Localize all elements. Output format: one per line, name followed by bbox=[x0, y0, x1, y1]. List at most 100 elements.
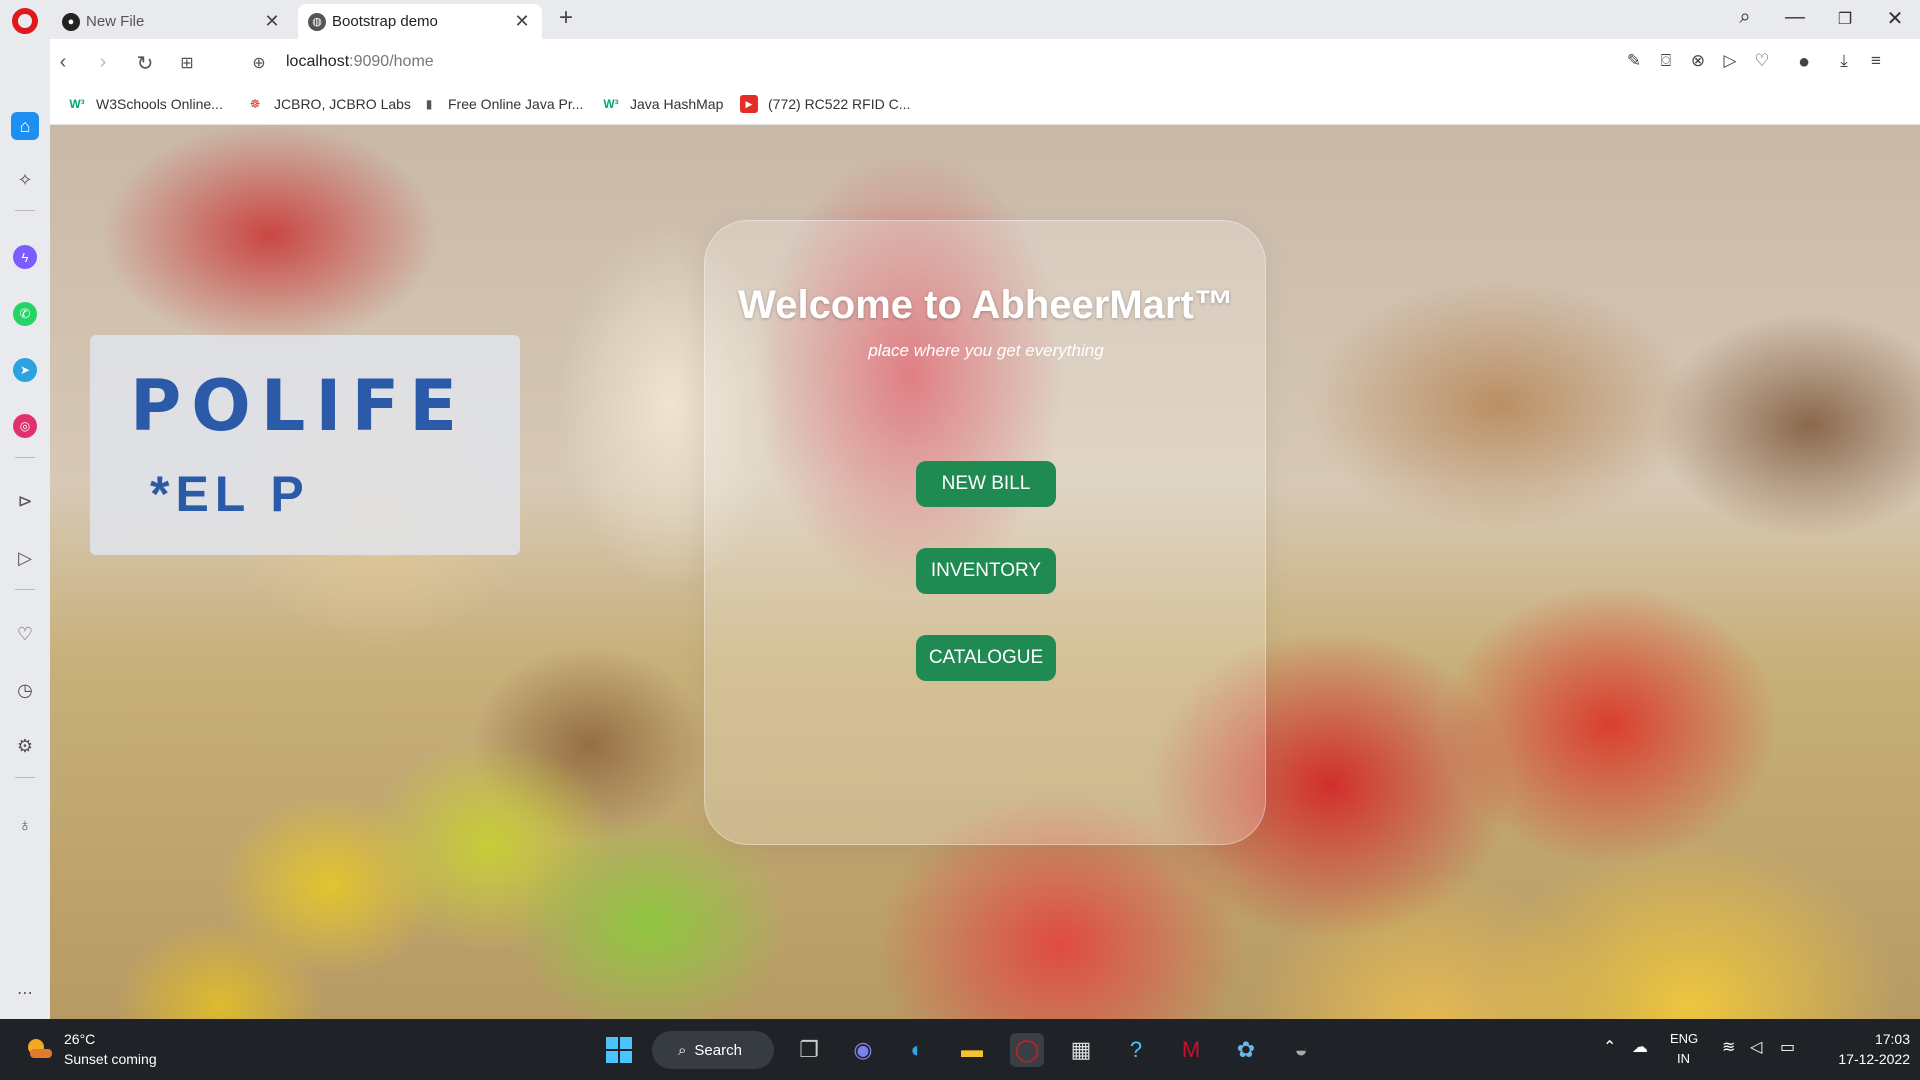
opera-logo-icon[interactable] bbox=[12, 8, 38, 34]
tab-grid-icon[interactable]: ⊞ bbox=[174, 53, 200, 73]
search-label: Search bbox=[694, 1041, 742, 1059]
restore-icon[interactable]: ❐ bbox=[1830, 9, 1860, 29]
telegram-icon[interactable]: ➤ bbox=[13, 358, 37, 382]
settings-icon[interactable]: ⚙ bbox=[13, 734, 37, 758]
instagram-icon[interactable]: ◎ bbox=[13, 414, 37, 438]
edit-icon[interactable]: ✎ bbox=[1622, 51, 1646, 71]
sidebar-divider bbox=[15, 457, 35, 458]
file-explorer-icon[interactable]: ▬ bbox=[955, 1033, 989, 1067]
history-icon[interactable]: ◷ bbox=[13, 678, 37, 702]
catalogue-button[interactable]: CATALOGUE bbox=[916, 635, 1056, 681]
task-view-icon[interactable]: ❐ bbox=[792, 1033, 826, 1067]
bookmark-label: Free Online Java Pr... bbox=[448, 96, 584, 112]
jcbro-icon: ☸ bbox=[249, 97, 261, 111]
bookmark-label: W3Schools Online... bbox=[96, 96, 223, 112]
heart-icon[interactable]: ♡ bbox=[1750, 51, 1774, 71]
edge-icon[interactable]: ◐ bbox=[900, 1033, 934, 1067]
help-icon[interactable]: ? bbox=[1119, 1033, 1153, 1067]
store-icon[interactable]: ▦ bbox=[1064, 1033, 1098, 1067]
taskbar-search[interactable]: ⌕ Search bbox=[652, 1031, 774, 1069]
block-icon[interactable]: ⊗ bbox=[1686, 51, 1710, 71]
bookmark-java-practice[interactable]: ▮ Free Online Java Pr... bbox=[420, 95, 584, 113]
tray-overflow-icon[interactable]: ⌃ bbox=[1603, 1037, 1616, 1057]
sidebar-divider bbox=[15, 210, 35, 211]
bookmark-rc522-video[interactable]: ▶ (772) RC522 RFID C... bbox=[740, 95, 910, 113]
mcafee-icon[interactable]: M bbox=[1174, 1033, 1208, 1067]
site-info-icon[interactable]: ⊕ bbox=[246, 53, 272, 73]
send-icon[interactable]: ▷ bbox=[1718, 51, 1742, 71]
teams-chat-icon[interactable]: ◉ bbox=[846, 1033, 880, 1067]
bookmark-java-hashmap[interactable]: W³ Java HashMap bbox=[602, 95, 723, 113]
volume-icon[interactable]: ◁ bbox=[1750, 1037, 1762, 1057]
url-path: :9090/home bbox=[349, 53, 434, 70]
region-indicator[interactable]: IN bbox=[1677, 1051, 1690, 1066]
windows-start-icon[interactable] bbox=[602, 1033, 636, 1067]
url-host: localhost bbox=[286, 53, 350, 70]
new-tab-button[interactable]: + bbox=[552, 4, 580, 32]
windows-taskbar: 26°C Sunset coming ⌕ Search ❐ ◉ ◐ ▬ ◯ ▦ … bbox=[0, 1019, 1920, 1080]
welcome-card: Welcome to AbheerMart™ place where you g… bbox=[704, 220, 1266, 845]
bookmark-label: Java HashMap bbox=[630, 96, 724, 112]
battery-icon[interactable]: ▭ bbox=[1780, 1037, 1795, 1057]
search-tabs-icon[interactable]: ⌕ bbox=[1730, 6, 1760, 29]
background-store-sign: POLIFE *EL P bbox=[90, 335, 520, 555]
inventory-button[interactable]: INVENTORY bbox=[916, 548, 1056, 594]
tab-bootstrap-demo[interactable]: ◍ Bootstrap demo ✕ bbox=[298, 4, 542, 39]
minimize-icon[interactable]: — bbox=[1780, 6, 1810, 29]
close-icon[interactable]: ✕ bbox=[262, 11, 282, 32]
whatsapp-icon[interactable]: ✆ bbox=[13, 302, 37, 326]
globe-icon: ◍ bbox=[308, 12, 326, 31]
sidebar-divider bbox=[15, 589, 35, 590]
youtube-icon: ▶ bbox=[740, 95, 758, 113]
weather-description: Sunset coming bbox=[64, 1051, 157, 1067]
settings-sliders-icon[interactable]: ≡ bbox=[1864, 51, 1888, 71]
onedrive-icon[interactable]: ☁ bbox=[1632, 1037, 1648, 1057]
wifi-icon[interactable]: ≋ bbox=[1722, 1037, 1735, 1057]
close-icon[interactable]: ✕ bbox=[512, 11, 532, 32]
bookmark-label: (772) RC522 RFID C... bbox=[768, 96, 911, 112]
clock-date[interactable]: 17-12-2022 bbox=[1820, 1051, 1910, 1067]
bookmark-w3schools[interactable]: W³ W3Schools Online... bbox=[68, 95, 223, 113]
page-tagline: place where you get everything bbox=[868, 341, 1104, 360]
home-icon[interactable]: ⌂ bbox=[11, 112, 39, 140]
paint-icon[interactable]: ✿ bbox=[1229, 1033, 1263, 1067]
sign-text-1: POLIFE bbox=[130, 365, 468, 447]
ai-star-icon[interactable]: ✧ bbox=[13, 168, 37, 192]
camera-icon[interactable]: ⌼ bbox=[1654, 51, 1678, 71]
back-icon[interactable]: ‹ bbox=[50, 51, 76, 74]
profile-icon[interactable]: ● bbox=[1792, 51, 1816, 74]
search-icon: ⌕ bbox=[678, 1041, 687, 1059]
page-icon: ▮ bbox=[425, 97, 433, 111]
new-bill-button[interactable]: NEW BILL bbox=[916, 461, 1056, 507]
reload-icon[interactable]: ↻ bbox=[132, 51, 158, 76]
opera-sidebar: ⌂ ✧ ϟ ✆ ➤ ◎ ⊳ ▷ ♡ ◷ ⚙ ♁ ⋯ bbox=[0, 39, 50, 1019]
weather-icon[interactable] bbox=[24, 1035, 54, 1061]
browser-tab-strip: ● New File ✕ ◍ Bootstrap demo ✕ + ⌕ — ❐ … bbox=[0, 0, 1920, 39]
sidebar-divider bbox=[15, 777, 35, 778]
forward-icon[interactable]: › bbox=[90, 51, 116, 74]
bookmarks-bar: W³ W3Schools Online... ☸ JCBRO, JCBRO La… bbox=[50, 89, 1920, 125]
eclipse-icon[interactable]: ◒ bbox=[1284, 1033, 1318, 1067]
github-icon: ● bbox=[62, 12, 80, 31]
weather-temperature: 26°C bbox=[64, 1031, 96, 1047]
bookmark-jcbro[interactable]: ☸ JCBRO, JCBRO Labs bbox=[246, 95, 411, 113]
language-indicator[interactable]: ENG bbox=[1670, 1031, 1698, 1046]
w3schools-icon: W³ bbox=[603, 97, 619, 111]
more-icon[interactable]: ⋯ bbox=[13, 981, 37, 1005]
download-icon[interactable]: ⤓ bbox=[1832, 51, 1856, 71]
window-close-icon[interactable]: ✕ bbox=[1880, 6, 1910, 31]
player-icon[interactable]: ⊳ bbox=[13, 489, 37, 513]
tab-new-file[interactable]: ● New File ✕ bbox=[52, 4, 292, 39]
url-field[interactable]: localhost:9090/home bbox=[286, 53, 434, 71]
tab-title: Bootstrap demo bbox=[332, 13, 438, 30]
clock-time[interactable]: 17:03 bbox=[1860, 1031, 1910, 1047]
w3schools-icon: W³ bbox=[69, 97, 85, 111]
page-background-market: POLIFE *EL P Welcome to AbheerMart™ plac… bbox=[50, 125, 1920, 1019]
send-icon[interactable]: ▷ bbox=[13, 546, 37, 570]
bookmark-label: JCBRO, JCBRO Labs bbox=[274, 96, 411, 112]
opera-taskbar-icon[interactable]: ◯ bbox=[1010, 1033, 1044, 1067]
heart-icon[interactable]: ♡ bbox=[13, 622, 37, 646]
tab-title: New File bbox=[86, 13, 145, 30]
lightbulb-icon[interactable]: ♁ bbox=[13, 813, 37, 837]
messenger-icon[interactable]: ϟ bbox=[13, 245, 37, 269]
